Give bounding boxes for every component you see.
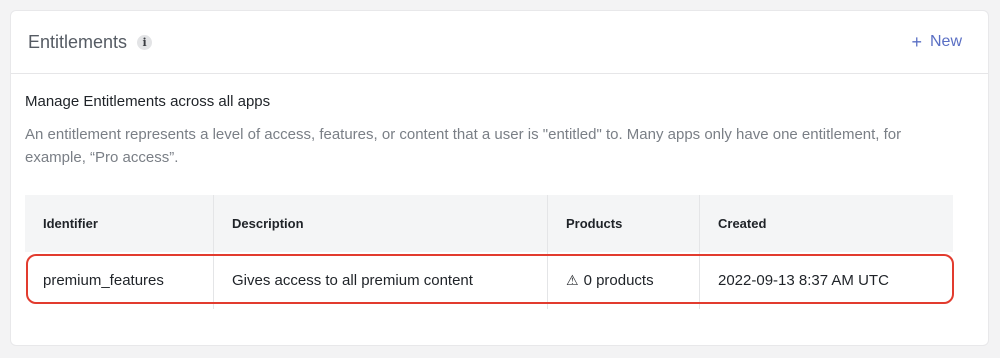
section-description: An entitlement represents a level of acc… <box>25 126 902 166</box>
cell-created: 2022-09-13 8:37 AM UTC <box>718 272 889 289</box>
card-header: Entitlements i + New <box>11 11 988 74</box>
plus-icon: + <box>911 32 922 52</box>
column-header-identifier[interactable]: Identifier <box>25 195 214 252</box>
warning-icon: ⚠ <box>566 272 579 288</box>
page-title: Entitlements i <box>28 32 153 53</box>
cell-identifier: premium_features <box>25 252 214 309</box>
column-header-products[interactable]: Products <box>548 195 700 252</box>
new-button-label: New <box>929 33 962 50</box>
section-title: Manage Entitlements across all apps <box>25 93 271 110</box>
cell-products: ⚠ 0 products <box>548 252 700 309</box>
column-header-created[interactable]: Created <box>700 195 953 252</box>
page-title-text: Entitlements <box>28 32 128 52</box>
cell-description: Gives access to all premium content <box>214 252 548 309</box>
table-row[interactable]: premium_features Gives access to all pre… <box>25 252 953 309</box>
info-icon[interactable]: i <box>137 35 153 50</box>
new-entitlement-button[interactable]: + New <box>911 33 962 51</box>
table-header: Identifier Description Products Created <box>25 195 953 252</box>
column-header-description[interactable]: Description <box>214 195 548 252</box>
entitlements-table: Identifier Description Products Created … <box>25 195 953 309</box>
cell-products-label: 0 products <box>583 272 654 289</box>
